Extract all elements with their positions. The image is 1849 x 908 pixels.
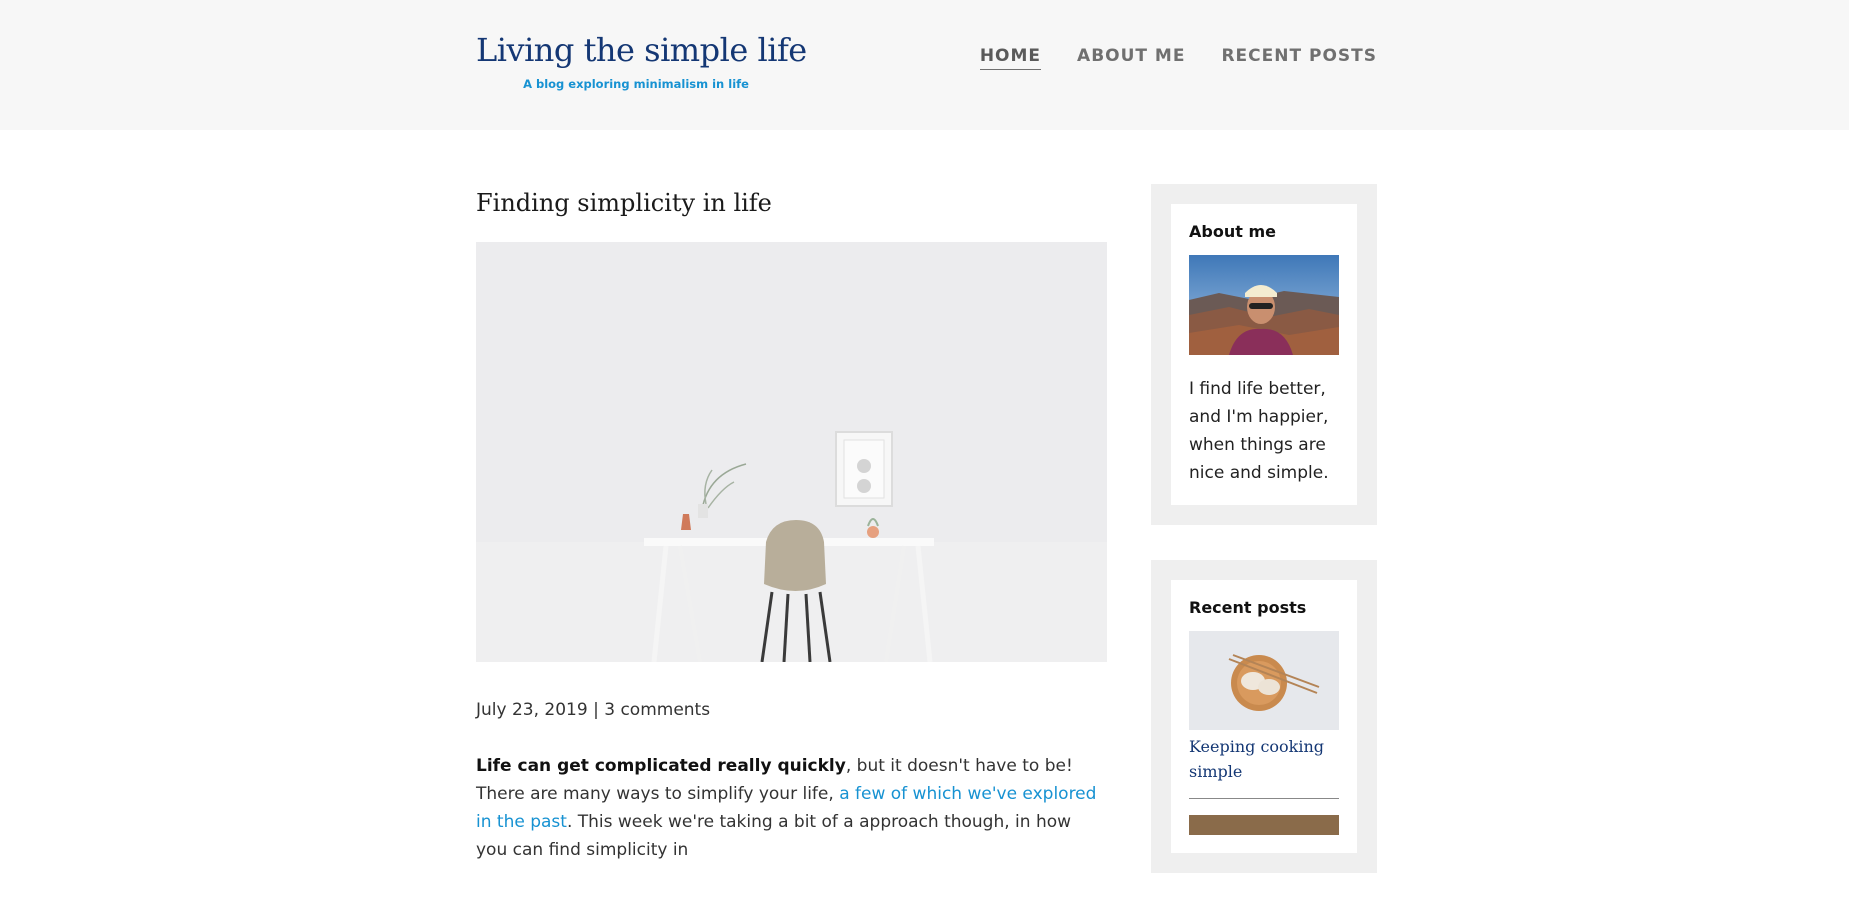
post-intro: Life can get complicated really quickly,… [476, 752, 1107, 864]
brand: Living the simple life A blog exploring … [476, 28, 807, 91]
sidebar: About me I find life better, and I'm hap… [1151, 184, 1377, 908]
main-content: Finding simplicity in life July 23, 2019… [476, 186, 1107, 881]
post-title: Finding simplicity in life [476, 189, 772, 217]
about-photo-image [1189, 255, 1339, 355]
about-text: I find life better, and I'm happier, whe… [1189, 379, 1329, 483]
post-comments-link[interactable]: 3 comments [604, 700, 710, 720]
site-header: Living the simple life A blog exploring … [0, 0, 1849, 130]
meta-separator: | [587, 700, 605, 720]
site-subtitle: A blog exploring minimalism in life [523, 77, 749, 91]
recent-post-link[interactable]: Keeping cooking simple [1189, 734, 1339, 799]
site-title[interactable]: Living the simple life [476, 28, 807, 72]
nav-recent-posts[interactable]: RECENT POSTS [1221, 46, 1377, 70]
post-meta: July 23, 2019 | 3 comments [476, 700, 1107, 720]
hero-illustration [476, 242, 1107, 662]
recent-post-thumbnail[interactable] [1189, 631, 1339, 730]
nav-home[interactable]: HOME [979, 46, 1042, 70]
recent-posts-inner: Recent posts Keeping cooking simple [1171, 580, 1357, 853]
recent-posts-widget: Recent posts Keeping cooking simple [1151, 560, 1377, 873]
about-widget: About me I find life better, and I'm hap… [1151, 184, 1377, 525]
about-photo [1189, 255, 1339, 355]
about-widget-inner: About me I find life better, and I'm hap… [1171, 204, 1357, 505]
main-nav: HOME ABOUT ME RECENT POSTS [979, 46, 1377, 70]
recent-post-thumbnail-image [1189, 631, 1339, 730]
post-hero-image [476, 242, 1107, 662]
nav-about-me[interactable]: ABOUT ME [1077, 46, 1185, 70]
post-date: July 23, 2019 [476, 700, 588, 720]
intro-bold: Life can get complicated really quickly [476, 756, 846, 776]
about-title: About me [1189, 222, 1276, 241]
recent-posts-title: Recent posts [1189, 598, 1307, 617]
recent-post-thumbnail-2[interactable] [1189, 815, 1339, 835]
